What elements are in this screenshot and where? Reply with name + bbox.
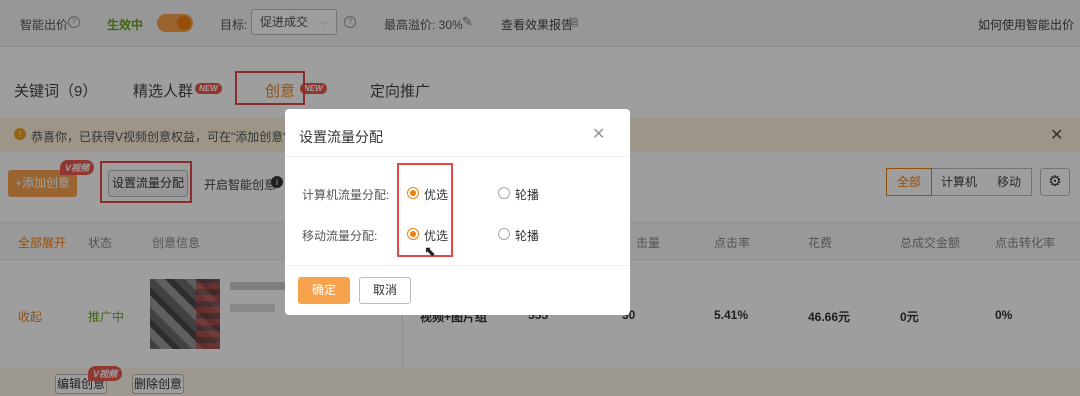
traffic-allocation-dialog: 设置流量分配 ✕ 计算机流量分配: 优选 轮播 移动流量分配: 优选 轮播 ⬉ … <box>285 109 630 315</box>
close-icon[interactable]: ✕ <box>592 124 605 144</box>
pc-rotate-label[interactable]: 轮播 <box>515 186 539 203</box>
campaign-page: 智能出价 ? 生效中 目标: 促进成交 ⌵ ? 最高溢价: 30% ✎ 查看效果… <box>0 0 1080 396</box>
cancel-button[interactable]: 取消 <box>359 277 411 304</box>
mouse-cursor-icon: ⬉ <box>424 243 436 259</box>
dialog-divider <box>285 156 630 157</box>
dialog-footer-divider <box>285 265 630 266</box>
pc-rotate-radio[interactable] <box>498 187 510 199</box>
mobile-rotate-label[interactable]: 轮播 <box>515 227 539 244</box>
mobile-traffic-label: 移动流量分配: <box>302 229 378 243</box>
mobile-rotate-radio[interactable] <box>498 228 510 240</box>
pc-traffic-label: 计算机流量分配: <box>302 188 390 202</box>
confirm-button[interactable]: 确定 <box>298 277 350 304</box>
dialog-title: 设置流量分配 <box>299 129 383 145</box>
